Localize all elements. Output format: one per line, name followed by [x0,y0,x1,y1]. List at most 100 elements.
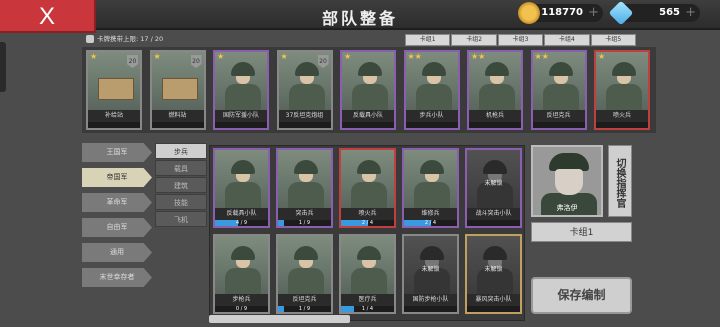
side-handle[interactable] [0,42,6,92]
helmet-icon [358,62,382,76]
gold-amount: 118770 [541,7,583,18]
soldier-figure [225,160,261,216]
gold-resource: 118770 + [518,2,603,24]
helmet-icon [483,246,507,260]
helmet-icon [231,246,255,260]
collection-card[interactable]: 维修兵 2 / 4 [402,148,459,228]
soldier-figure [288,160,324,216]
unit-type-tab[interactable]: 步兵 [155,143,207,159]
card-collection-grid: 反载具小队 4 / 9 突击兵 1 / 9 喷火兵 2 / 4 维修兵 2 / 4 未解锁 战斗突… [209,145,525,321]
soldier-figure [288,246,324,302]
collection-card[interactable]: 反载具小队 4 / 9 [213,148,270,228]
rarity-stars: ★ [598,52,606,61]
deck-name-field[interactable]: 卡组1 [531,222,632,242]
add-gems-button[interactable]: + [685,4,696,22]
progress-fill [278,306,284,312]
deck-slot-card[interactable]: ★ 20 补给站 [86,50,142,130]
locked-label: 未解锁 [484,266,503,273]
helmet-icon [357,160,381,174]
collection-card[interactable]: 医疗兵 1 / 4 [339,234,396,314]
progress-bar [88,122,140,128]
carry-label: 卡牌携带上限: [97,35,139,43]
progress-text: 1 / 4 [361,306,374,312]
faction-tab[interactable]: 末世幸存者 [82,268,152,287]
deck-tab-1[interactable]: 卡组1 [405,34,451,46]
deck-slot-card[interactable]: ★★ 机枪兵 [467,50,523,130]
soldier-figure [351,160,387,216]
collection-card[interactable]: 突击兵 1 / 9 [276,148,333,228]
faction-tab[interactable]: 革命军 [82,193,152,212]
faction-tab[interactable]: 通用 [82,243,152,262]
progress-text: 1 / 9 [298,220,311,226]
switch-commander-button[interactable]: 切换指挥官 [608,145,632,217]
card-art [405,52,458,118]
card-art [404,150,457,216]
card-name: 步兵小队 [405,110,458,122]
soldier-figure [415,62,452,118]
deck-slot-card[interactable]: ★ 20 37反坦克炮组 [276,50,333,130]
deck-slot-card[interactable]: ★ 国防军援小队 [213,50,269,130]
card-name: 反载具小队 [215,208,268,220]
unit-type-tab[interactable]: 载具 [155,160,207,176]
faction-tab[interactable]: 自由军 [82,218,152,237]
deck-slot-card[interactable]: ★★ 反坦克兵 [530,50,587,130]
soldier-figure [288,62,325,118]
soldier-figure [606,62,642,118]
deck-tab-2[interactable]: 卡组2 [451,34,497,46]
rarity-stars: ★ [280,52,288,61]
progress-fill [341,306,355,312]
deck-slot-card[interactable]: ★ 反载具小队 [340,50,396,130]
commander-portrait[interactable]: 弗洛伊 [531,145,603,217]
scrollbar[interactable] [209,315,350,323]
progress-bar: 1 / 9 [278,306,331,312]
deck-tab-3[interactable]: 卡组3 [497,34,544,46]
soldier-figure [225,62,261,118]
progress-text: 2 / 4 [361,220,374,226]
deck-tab-5[interactable]: 卡组5 [590,34,637,46]
card-name: 反坦克兵 [532,110,585,122]
helmet-icon [420,246,444,260]
faction-tab[interactable]: 帝国军 [82,168,152,187]
progress-bar: 4 / 9 [215,220,268,226]
collection-card[interactable]: 反坦克兵 1 / 9 [276,234,333,314]
collection-card[interactable]: 未解锁 暴风突击小队 [465,234,522,314]
add-gold-button[interactable]: + [588,4,599,22]
unit-type-tab[interactable]: 飞机 [155,211,207,227]
gem-resource: 565 + [608,0,700,26]
unit-type-tab[interactable]: 建筑 [155,177,207,193]
progress-bar [278,122,331,128]
card-art [532,52,585,118]
deck-slot-card[interactable]: ★ 喷火兵 [594,50,650,130]
progress-text: 4 / 9 [235,220,248,226]
rarity-stars: ★★ [471,52,486,61]
collection-card[interactable]: 喷火兵 2 / 4 [339,148,396,228]
progress-bar: 1 / 9 [278,220,331,226]
close-button[interactable]: X [0,0,96,33]
collection-card[interactable]: 步枪兵 0 / 9 [213,234,270,314]
card-art [215,150,268,216]
faction-tab[interactable]: 王国军 [82,143,152,162]
card-name: 喷火兵 [341,208,394,220]
progress-bar: 2 / 4 [404,220,457,226]
collection-card[interactable]: 未解锁 国防步枪小队 [402,234,459,314]
card-name: 燃料站 [151,110,204,122]
deck-slot-card[interactable]: ★★ 步兵小队 [403,50,460,130]
unit-type-tab[interactable]: 技能 [155,194,207,210]
soldier-figure [542,62,579,118]
deck-tab-4[interactable]: 卡组4 [544,34,590,46]
collection-card[interactable]: 未解锁 战斗突击小队 [465,148,522,228]
soldier-figure [414,160,450,216]
card-art [469,52,521,118]
card-art [342,52,394,118]
deck-slot-card[interactable]: ★ 20 燃料站 [149,50,206,130]
soldier-figure [351,246,387,302]
helmet-icon [548,62,573,76]
carry-limit: 卡牌携带上限: 17 / 20 [86,33,163,45]
progress-bar: 1 / 4 [341,306,394,312]
soldier-figure [479,62,515,118]
rarity-stars: ★ [153,52,161,61]
save-formation-button[interactable]: 保存编制 [531,277,632,314]
supply-crate-icon [161,78,198,100]
card-art [596,52,648,118]
progress-bar [469,122,521,128]
